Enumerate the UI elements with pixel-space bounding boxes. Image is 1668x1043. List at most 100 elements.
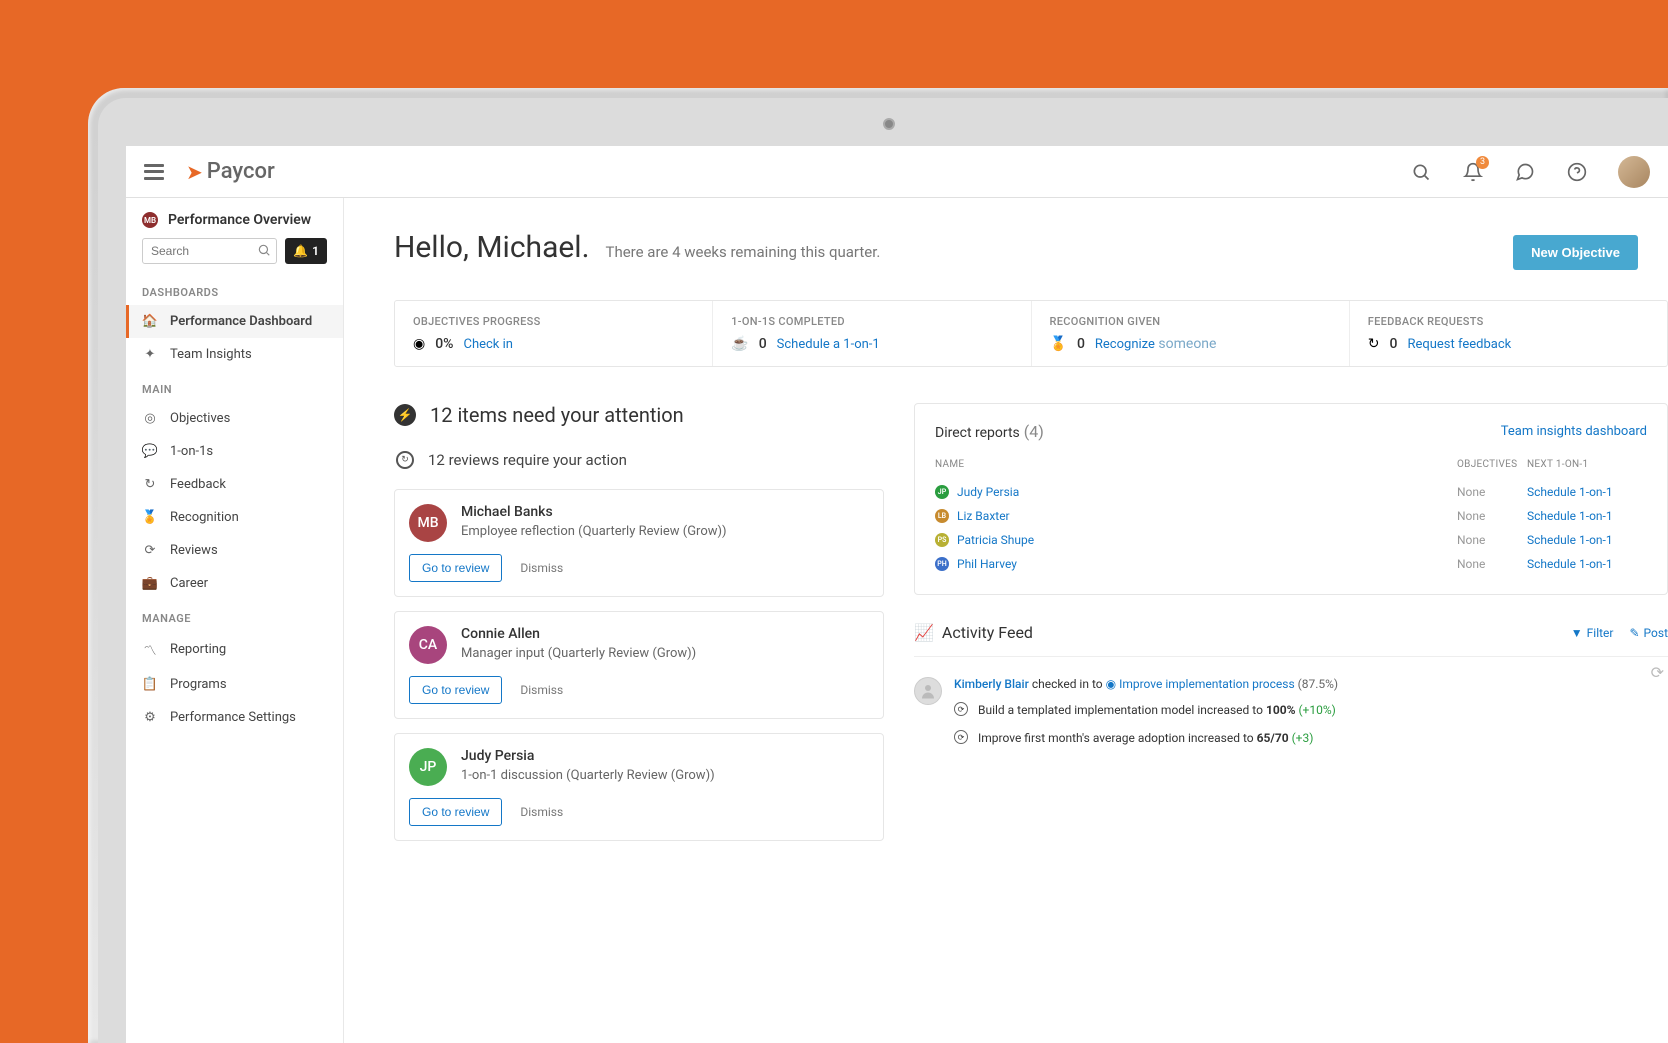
- greeting-subtitle: There are 4 weeks remaining this quarter…: [606, 243, 881, 261]
- direct-reports-panel: Direct reports (4) Team insights dashboa…: [914, 403, 1668, 595]
- sparkle-icon: ✦: [142, 347, 158, 362]
- stat-recognition: RECOGNITION GIVEN 🏅 0 Recognize someone: [1032, 301, 1350, 366]
- stat-objectives: OBJECTIVES PROGRESS ◉ 0% Check in: [395, 301, 713, 366]
- review-card: CA Connie Allen Manager input (Quarterly…: [394, 611, 884, 719]
- nav-reporting[interactable]: 〽 Reporting: [126, 631, 343, 668]
- sidebar-notif-chip[interactable]: 🔔 1: [285, 238, 327, 264]
- user-dot: LB: [935, 509, 949, 523]
- feed-post[interactable]: ✎ Post: [1629, 626, 1668, 640]
- feed-title: Activity Feed: [942, 623, 1555, 642]
- card-desc: Employee reflection (Quarterly Review (G…: [461, 524, 727, 539]
- checkin-link[interactable]: Check in: [463, 337, 512, 352]
- dismiss-link[interactable]: Dismiss: [520, 683, 563, 697]
- logo: ➤ Paycor: [186, 159, 275, 184]
- sidebar: MB Performance Overview 🔔 1: [126, 198, 344, 1043]
- refresh-icon[interactable]: ⟳: [1651, 663, 1664, 682]
- award-icon: 🏅: [142, 510, 158, 525]
- hamburger-menu[interactable]: [144, 164, 164, 180]
- report-name-link[interactable]: Liz Baxter: [957, 509, 1010, 523]
- go-to-review-button[interactable]: Go to review: [409, 676, 502, 704]
- bell-badge: 3: [1476, 156, 1489, 169]
- review-card: JP Judy Persia 1-on-1 discussion (Quarte…: [394, 733, 884, 841]
- nav-performance-settings[interactable]: ⚙ Performance Settings: [126, 701, 343, 734]
- briefcase-icon: 💼: [142, 576, 158, 591]
- pencil-icon: ✎: [1629, 626, 1639, 640]
- sidebar-heading-main: MAIN: [126, 371, 343, 402]
- feed-user-link[interactable]: Kimberly Blair: [954, 677, 1029, 691]
- report-objectives: None: [1457, 557, 1527, 571]
- report-row: LB Liz Baxter None Schedule 1-on-1: [935, 504, 1647, 528]
- reports-title: Direct reports: [935, 425, 1020, 441]
- feed-filter[interactable]: ▼ Filter: [1571, 626, 1614, 640]
- progress-icon: ⟳: [954, 730, 968, 744]
- report-name-link[interactable]: Patricia Shupe: [957, 533, 1034, 547]
- user-dot: PS: [935, 533, 949, 547]
- go-to-review-button[interactable]: Go to review: [409, 798, 502, 826]
- progress-icon: ⟳: [954, 702, 968, 716]
- nav-performance-dashboard[interactable]: 🏠 Performance Dashboard: [126, 305, 343, 338]
- report-name-link[interactable]: Phil Harvey: [957, 557, 1017, 571]
- calendar-icon: 📋: [142, 677, 158, 692]
- bolt-icon: ⚡: [394, 404, 416, 426]
- stat-feedback: FEEDBACK REQUESTS ↻ 0 Request feedback: [1350, 301, 1667, 366]
- help-icon[interactable]: [1566, 161, 1588, 183]
- nav-feedback[interactable]: ↻ Feedback: [126, 468, 343, 501]
- device-camera: [883, 118, 895, 130]
- home-icon: 🏠: [142, 314, 158, 329]
- award-icon: 🏅: [1050, 336, 1067, 352]
- reviews-subtitle: 12 reviews require your action: [428, 451, 627, 469]
- recognize-link[interactable]: Recognize someone: [1095, 336, 1217, 352]
- sidebar-title: Performance Overview: [168, 212, 311, 228]
- bell-icon[interactable]: 3: [1462, 161, 1484, 183]
- stat-1on1s: 1-ON-1S COMPLETED ☕ 0 Schedule a 1-on-1: [713, 301, 1031, 366]
- dismiss-link[interactable]: Dismiss: [520, 805, 563, 819]
- card-avatar: JP: [409, 748, 447, 786]
- card-desc: Manager input (Quarterly Review (Grow)): [461, 646, 696, 661]
- filter-icon: ▼: [1571, 626, 1583, 640]
- nav-reviews[interactable]: ⟳ Reviews: [126, 534, 343, 567]
- chat-icon[interactable]: [1514, 161, 1536, 183]
- team-insights-link[interactable]: Team insights dashboard: [1501, 424, 1647, 439]
- new-objective-button[interactable]: New Objective: [1513, 235, 1638, 270]
- report-row: PH Phil Harvey None Schedule 1-on-1: [935, 552, 1647, 576]
- card-name: Connie Allen: [461, 626, 696, 642]
- schedule-1on1-link[interactable]: Schedule 1-on-1: [1527, 533, 1647, 547]
- card-name: Judy Persia: [461, 748, 715, 764]
- chat-icon: ☕: [731, 336, 748, 352]
- user-dot: PH: [935, 557, 949, 571]
- user-dot: JP: [935, 485, 949, 499]
- sidebar-heading-manage: MANAGE: [126, 600, 343, 631]
- report-name-link[interactable]: Judy Persia: [957, 485, 1019, 499]
- search-icon[interactable]: [1410, 161, 1432, 183]
- feed-objective-link[interactable]: Improve implementation process: [1119, 677, 1295, 691]
- schedule-1on1-link[interactable]: Schedule 1-on-1: [1527, 509, 1647, 523]
- dismiss-link[interactable]: Dismiss: [520, 561, 563, 575]
- schedule-1on1-link[interactable]: Schedule a 1-on-1: [777, 337, 880, 352]
- stats-row: OBJECTIVES PROGRESS ◉ 0% Check in 1-ON-1…: [394, 300, 1668, 367]
- feed-item: Kimberly Blair checked in to ◉ Improve i…: [914, 677, 1668, 747]
- gear-icon: ⚙: [142, 710, 158, 725]
- activity-icon: 📈: [914, 623, 934, 642]
- feed-avatar: [914, 677, 942, 705]
- report-objectives: None: [1457, 533, 1527, 547]
- nav-programs[interactable]: 📋 Programs: [126, 668, 343, 701]
- card-avatar: CA: [409, 626, 447, 664]
- card-avatar: MB: [409, 504, 447, 542]
- review-icon: ↻: [396, 451, 414, 469]
- request-feedback-link[interactable]: Request feedback: [1407, 337, 1511, 352]
- card-name: Michael Banks: [461, 504, 727, 520]
- nav-objectives[interactable]: ◎ Objectives: [126, 402, 343, 435]
- profile-avatar[interactable]: [1618, 156, 1650, 188]
- sidebar-heading-dashboards: DASHBOARDS: [126, 274, 343, 305]
- bell-icon: 🔔: [293, 244, 308, 258]
- nav-team-insights[interactable]: ✦ Team Insights: [126, 338, 343, 371]
- report-objectives: None: [1457, 509, 1527, 523]
- go-to-review-button[interactable]: Go to review: [409, 554, 502, 582]
- nav-recognition[interactable]: 🏅 Recognition: [126, 501, 343, 534]
- nav-1on1s[interactable]: 💬 1-on-1s: [126, 435, 343, 468]
- schedule-1on1-link[interactable]: Schedule 1-on-1: [1527, 485, 1647, 499]
- schedule-1on1-link[interactable]: Schedule 1-on-1: [1527, 557, 1647, 571]
- report-row: PS Patricia Shupe None Schedule 1-on-1: [935, 528, 1647, 552]
- target-icon: ◉: [413, 336, 425, 352]
- nav-career[interactable]: 💼 Career: [126, 567, 343, 600]
